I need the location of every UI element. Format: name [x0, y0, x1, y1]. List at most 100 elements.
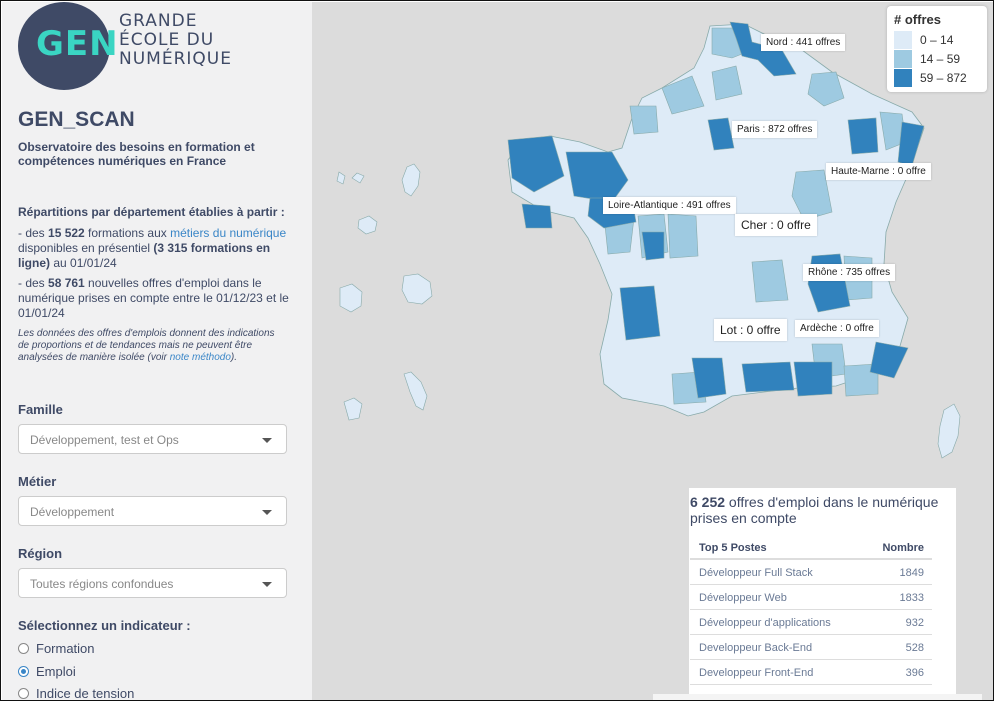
tooltip-loire-atlantique: Loire-Atlantique : 491 offres	[603, 197, 736, 214]
radio-label: Formation	[36, 641, 95, 656]
offres-count: 58 761	[48, 276, 85, 290]
territory-guyane[interactable]	[339, 283, 363, 313]
radio-label: Indice de tension	[36, 686, 135, 701]
region-value: Toutes régions confondues	[30, 577, 174, 591]
formations-prefix: - des	[18, 226, 49, 240]
dept-loir-et-cher[interactable]	[667, 213, 699, 259]
indicator-label: Sélectionnez un indicateur :	[18, 618, 191, 633]
legend-swatch	[894, 31, 912, 49]
caret-down-icon	[262, 438, 272, 443]
legend-title: # offres	[894, 12, 941, 27]
poste-cell: Developpeur Back-End	[699, 642, 813, 654]
dept-haute-garonne[interactable]	[691, 357, 727, 399]
col-postes: Top 5 Postes	[699, 542, 767, 554]
territory-martinique[interactable]	[357, 215, 378, 235]
region-label: Région	[18, 546, 63, 561]
radio-circle[interactable]	[18, 688, 29, 699]
table-row: Développeur Web 1833	[690, 585, 932, 610]
formations-date: au 01/01/24	[50, 256, 117, 270]
radio-circle[interactable]	[18, 643, 29, 654]
nombre-cell: 1833	[899, 592, 924, 604]
nombre-cell: 932	[905, 617, 924, 629]
dept-herault[interactable]	[741, 361, 795, 393]
tooltip-ardeche: Ardèche : 0 offre	[795, 320, 879, 337]
school-name-line-1: GRANDE	[119, 11, 198, 31]
app-frame: GEN GRANDE ÉCOLE DU NUMÉRIQUE GEN_SCAN O…	[0, 0, 994, 701]
sidebar: GEN GRANDE ÉCOLE DU NUMÉRIQUE GEN_SCAN O…	[2, 2, 312, 701]
territory-guadeloupe[interactable]	[401, 163, 421, 197]
poste-cell: Developpeur Front-End	[699, 667, 814, 679]
dept-puy-de-dome[interactable]	[751, 259, 789, 303]
formations-summary: - des 15 522 formations aux métiers du n…	[18, 226, 300, 271]
methodology-note: Les données des offres d'emplois donnent…	[18, 328, 288, 364]
nombre-cell: 1849	[899, 567, 924, 579]
stats-count: 6 252	[690, 494, 726, 510]
table-row: Developpeur Front-End 396	[690, 660, 932, 685]
dept-meurthe-et-moselle[interactable]	[847, 117, 879, 155]
dept-gironde[interactable]	[619, 285, 661, 341]
region-corse[interactable]	[937, 403, 961, 459]
territory-antilles[interactable]	[336, 171, 365, 185]
table-row: Developpeur Back-End 528	[690, 635, 932, 660]
dept-calvados[interactable]	[629, 105, 659, 135]
tooltip-nord: Nord : 441 offres	[761, 34, 846, 51]
dept-alpes-maritimes[interactable]	[869, 341, 909, 379]
stats-headline: 6 252 offres d'emploi dans le numérique …	[689, 494, 956, 526]
school-name: GRANDE ÉCOLE DU NUMÉRIQUE	[119, 12, 232, 69]
school-name-line-3: NUMÉRIQUE	[119, 49, 232, 69]
metier-select[interactable]: Développement	[18, 496, 287, 526]
territory-small-island[interactable]	[403, 371, 428, 411]
formations-rest: disponibles en présentiel	[18, 241, 154, 255]
region-select[interactable]: Toutes régions confondues	[18, 568, 287, 598]
stats-headline-text: offres d'emploi dans le numérique prises…	[690, 494, 939, 526]
famille-select[interactable]: Développement, test et Ops	[18, 424, 287, 454]
caret-down-icon	[262, 582, 272, 587]
legend-label: 14 – 59	[920, 52, 961, 66]
table-header: Top 5 Postes Nombre	[690, 534, 932, 560]
dept-gard-area[interactable]	[793, 361, 833, 397]
logo-text: GEN	[36, 24, 119, 64]
nombre-cell: 396	[905, 667, 924, 679]
tooltip-haute-marne: Haute-Marne : 0 offre	[826, 163, 931, 180]
app-subtitle: Observatoire des besoins en formation et…	[18, 140, 255, 168]
territory-mayotte[interactable]	[343, 397, 363, 421]
nombre-cell: 528	[905, 642, 924, 654]
legend-item: 14 – 59	[894, 50, 980, 69]
horizontal-scrollbar[interactable]	[653, 694, 982, 700]
note-end: ).	[230, 352, 238, 363]
intro-text: Répartitions par département établies à …	[18, 205, 285, 219]
radio-label: Emploi	[36, 664, 76, 679]
metier-value: Développement	[30, 505, 115, 519]
formations-mid: formations aux	[84, 226, 171, 240]
formations-count: 15 522	[48, 226, 85, 240]
table-row: Développeur Full Stack 1849	[690, 560, 932, 585]
school-name-line-2: ÉCOLE DU	[119, 30, 215, 50]
map-legend: # offres 0 – 14 14 – 59 59 – 872	[887, 6, 987, 92]
territory-reunion[interactable]	[401, 273, 433, 305]
poste-cell: Développeur Web	[699, 592, 787, 604]
note-methodo-link[interactable]: note méthodo	[170, 352, 231, 363]
tooltip-rhone: Rhône : 735 offres	[803, 264, 896, 281]
metier-label: Métier	[18, 474, 57, 489]
caret-down-icon	[262, 510, 272, 515]
poste-cell: Développeur d'applications	[699, 617, 831, 629]
dept-morbihan[interactable]	[521, 203, 553, 229]
col-nombre: Nombre	[882, 542, 924, 554]
legend-item: 59 – 872	[894, 69, 980, 88]
tooltip-paris: Paris : 872 offres	[732, 121, 818, 138]
dept-bas-rhin[interactable]	[897, 121, 925, 167]
famille-value: Développement, test et Ops	[30, 433, 179, 447]
tooltip-cher: Cher : 0 offre	[735, 214, 817, 236]
dept-indre-area[interactable]	[641, 231, 665, 261]
top-postes-table: Top 5 Postes Nombre Développeur Full Sta…	[690, 534, 932, 685]
offres-prefix: - des	[18, 276, 49, 290]
stats-panel: 6 252 offres d'emploi dans le numérique …	[689, 488, 956, 700]
tooltip-lot: Lot : 0 offre	[714, 319, 787, 341]
table-row: Développeur d'applications 932	[690, 610, 932, 635]
radio-circle-selected[interactable]	[18, 666, 29, 677]
metiers-numerique-link[interactable]: métiers du numérique	[170, 226, 286, 240]
poste-cell: Développeur Full Stack	[699, 567, 813, 579]
legend-label: 0 – 14	[920, 33, 954, 47]
legend-swatch	[894, 50, 912, 68]
map-panel[interactable]: Nord : 441 offres Paris : 872 offres Hau…	[312, 2, 993, 700]
